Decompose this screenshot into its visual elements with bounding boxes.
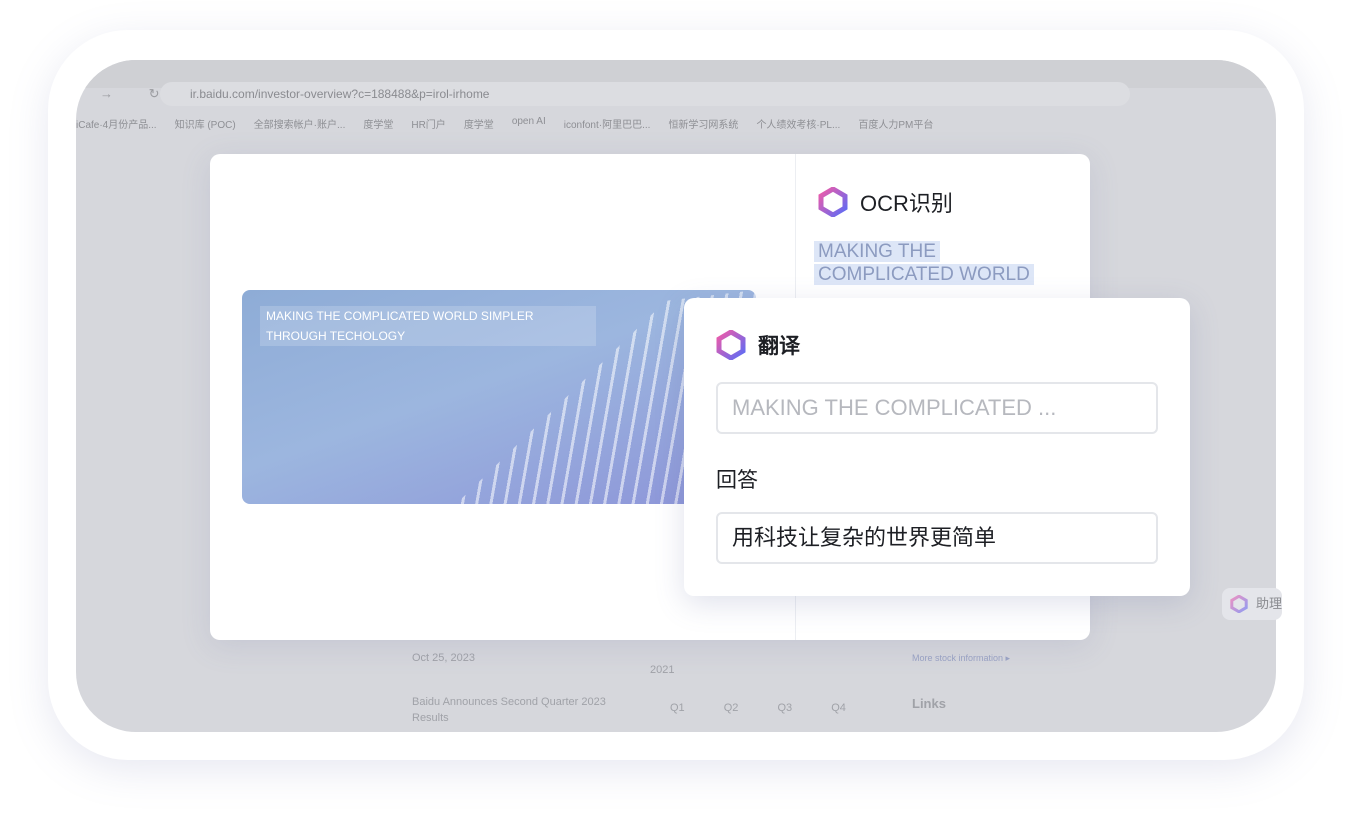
ocr-header: OCR识别 [818, 186, 953, 218]
bookmark[interactable]: open AI [512, 116, 546, 140]
news-date: Oct 25, 2023 [412, 652, 475, 664]
assistant-button[interactable]: 助理 [1222, 588, 1282, 620]
ocr-title: OCR识别 [860, 191, 953, 216]
bookmark[interactable]: 度学堂 [363, 116, 393, 140]
app-logo-icon [818, 187, 848, 217]
translate-title: 翻译 [758, 335, 800, 358]
address-bar[interactable]: ir.baidu.com/investor-overview?c=188488&… [160, 82, 1130, 106]
translate-popup: 翻译 MAKING THE COMPLICATED ... 回答 用科技让复杂的… [684, 298, 1190, 596]
bookmark[interactable]: iCafe·4月份产品... [76, 116, 157, 140]
news-title[interactable]: Baidu Announces Second Quarter 2023 Resu… [412, 694, 632, 726]
bookmark[interactable]: 全部搜索帐户·账户... [254, 116, 346, 140]
bookmark[interactable]: HR门户 [411, 116, 445, 140]
links-heading: Links [912, 696, 946, 711]
bookmark[interactable]: 度学堂 [464, 116, 494, 140]
bookmark[interactable]: 个人绩效考核·PL... [756, 116, 840, 140]
translate-header: 翻译 [716, 330, 800, 360]
bookmarks-bar: iCafe·4月份产品... 知识库 (POC) 全部搜索帐户·账户... 度学… [76, 116, 1276, 140]
image-caption: MAKING THE COMPLICATED WORLD SIMPLER THR… [260, 306, 596, 346]
app-logo-icon [1230, 595, 1248, 613]
bookmark[interactable]: iconfont·阿里巴巴... [564, 116, 651, 140]
answer-label: 回答 [716, 469, 758, 492]
year-label: 2021 [650, 664, 675, 676]
quarter-row: Q1 Q2 Q3 Q4 [670, 702, 846, 714]
source-text-input[interactable]: MAKING THE COMPLICATED ... [716, 382, 1158, 434]
bookmark[interactable]: 恒新学习网系统 [668, 116, 738, 140]
bookmark[interactable]: 百度人力PM平台 [858, 116, 933, 140]
ocr-result: MAKING THE COMPLICATED WORLD [814, 240, 1034, 286]
answer-output[interactable]: 用科技让复杂的世界更简单 [716, 512, 1158, 564]
bookmark[interactable]: 知识库 (POC) [175, 116, 236, 140]
more-stock-link[interactable]: More stock information ▸ [912, 653, 1010, 664]
app-logo-icon [716, 330, 746, 360]
building-image: MAKING THE COMPLICATED WORLD SIMPLER THR… [242, 290, 756, 504]
